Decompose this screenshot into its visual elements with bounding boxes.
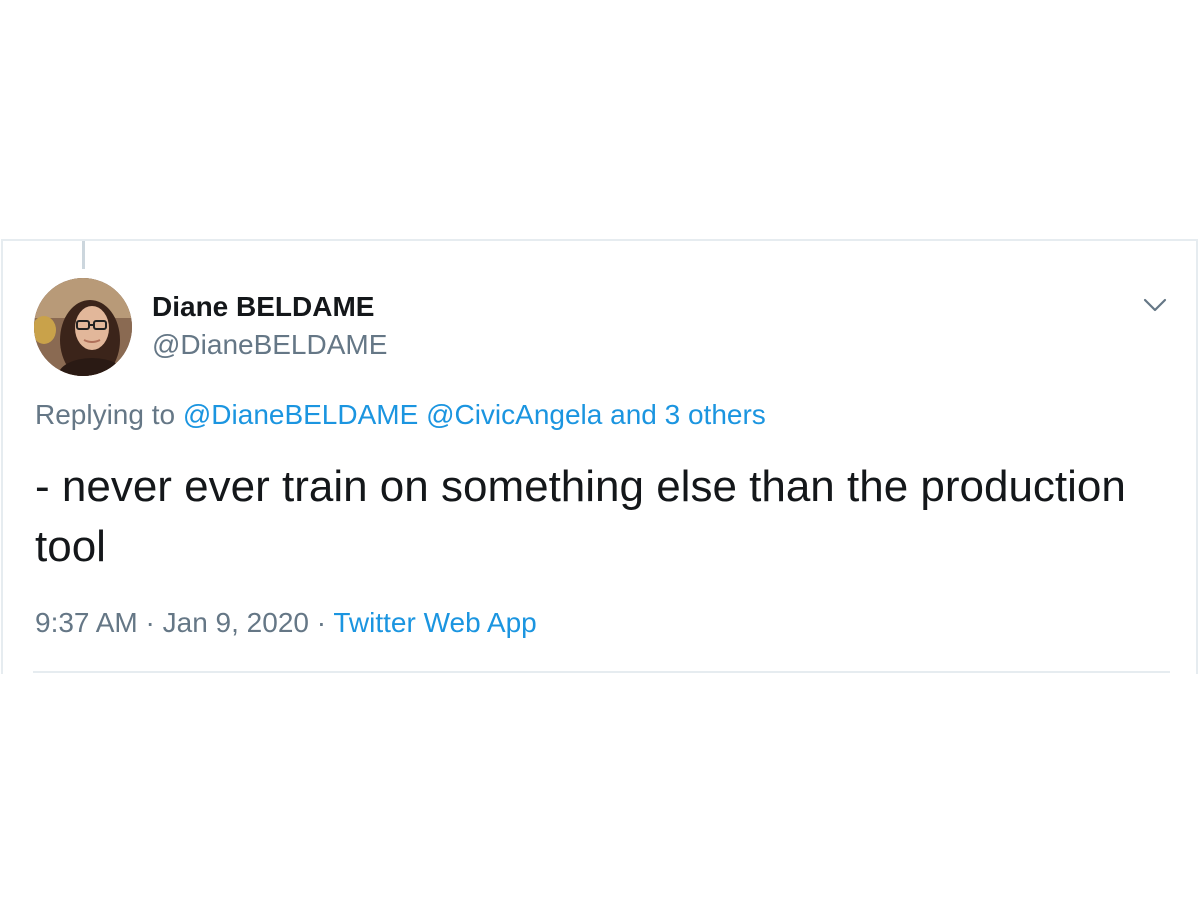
tweet-text: - never ever train on something else tha… [35,462,1126,571]
mention-link-dianebeldame[interactable]: @DianeBELDAME [183,399,418,430]
chevron-down-icon[interactable] [1141,291,1169,319]
others-link[interactable]: and 3 others [610,399,766,430]
tweet-date[interactable]: Jan 9, 2020 [163,607,309,638]
tweet-meta: 9:37 AM · Jan 9, 2020 · Twitter Web App [35,607,537,639]
tweet-source-link[interactable]: Twitter Web App [333,607,536,638]
author-handle[interactable]: @DianeBELDAME [152,329,387,361]
meta-separator: · [145,607,155,638]
tweet-card: Diane BELDAME @DianeBELDAME Replying to … [1,239,1198,674]
meta-separator: · [316,607,327,638]
mention-link-civicangela[interactable]: @CivicAngela [426,399,602,430]
page: Diane BELDAME @DianeBELDAME Replying to … [0,0,1200,912]
replying-to-label: Replying to [35,399,176,430]
thread-connector-line [82,241,85,269]
avatar[interactable] [34,278,132,376]
avatar-image [34,278,132,376]
replying-to-line: Replying to @DianeBELDAME @CivicAngela a… [35,399,766,431]
tweet-time[interactable]: 9:37 AM [35,607,138,638]
author-display-name[interactable]: Diane BELDAME [152,291,374,323]
divider [33,671,1170,673]
